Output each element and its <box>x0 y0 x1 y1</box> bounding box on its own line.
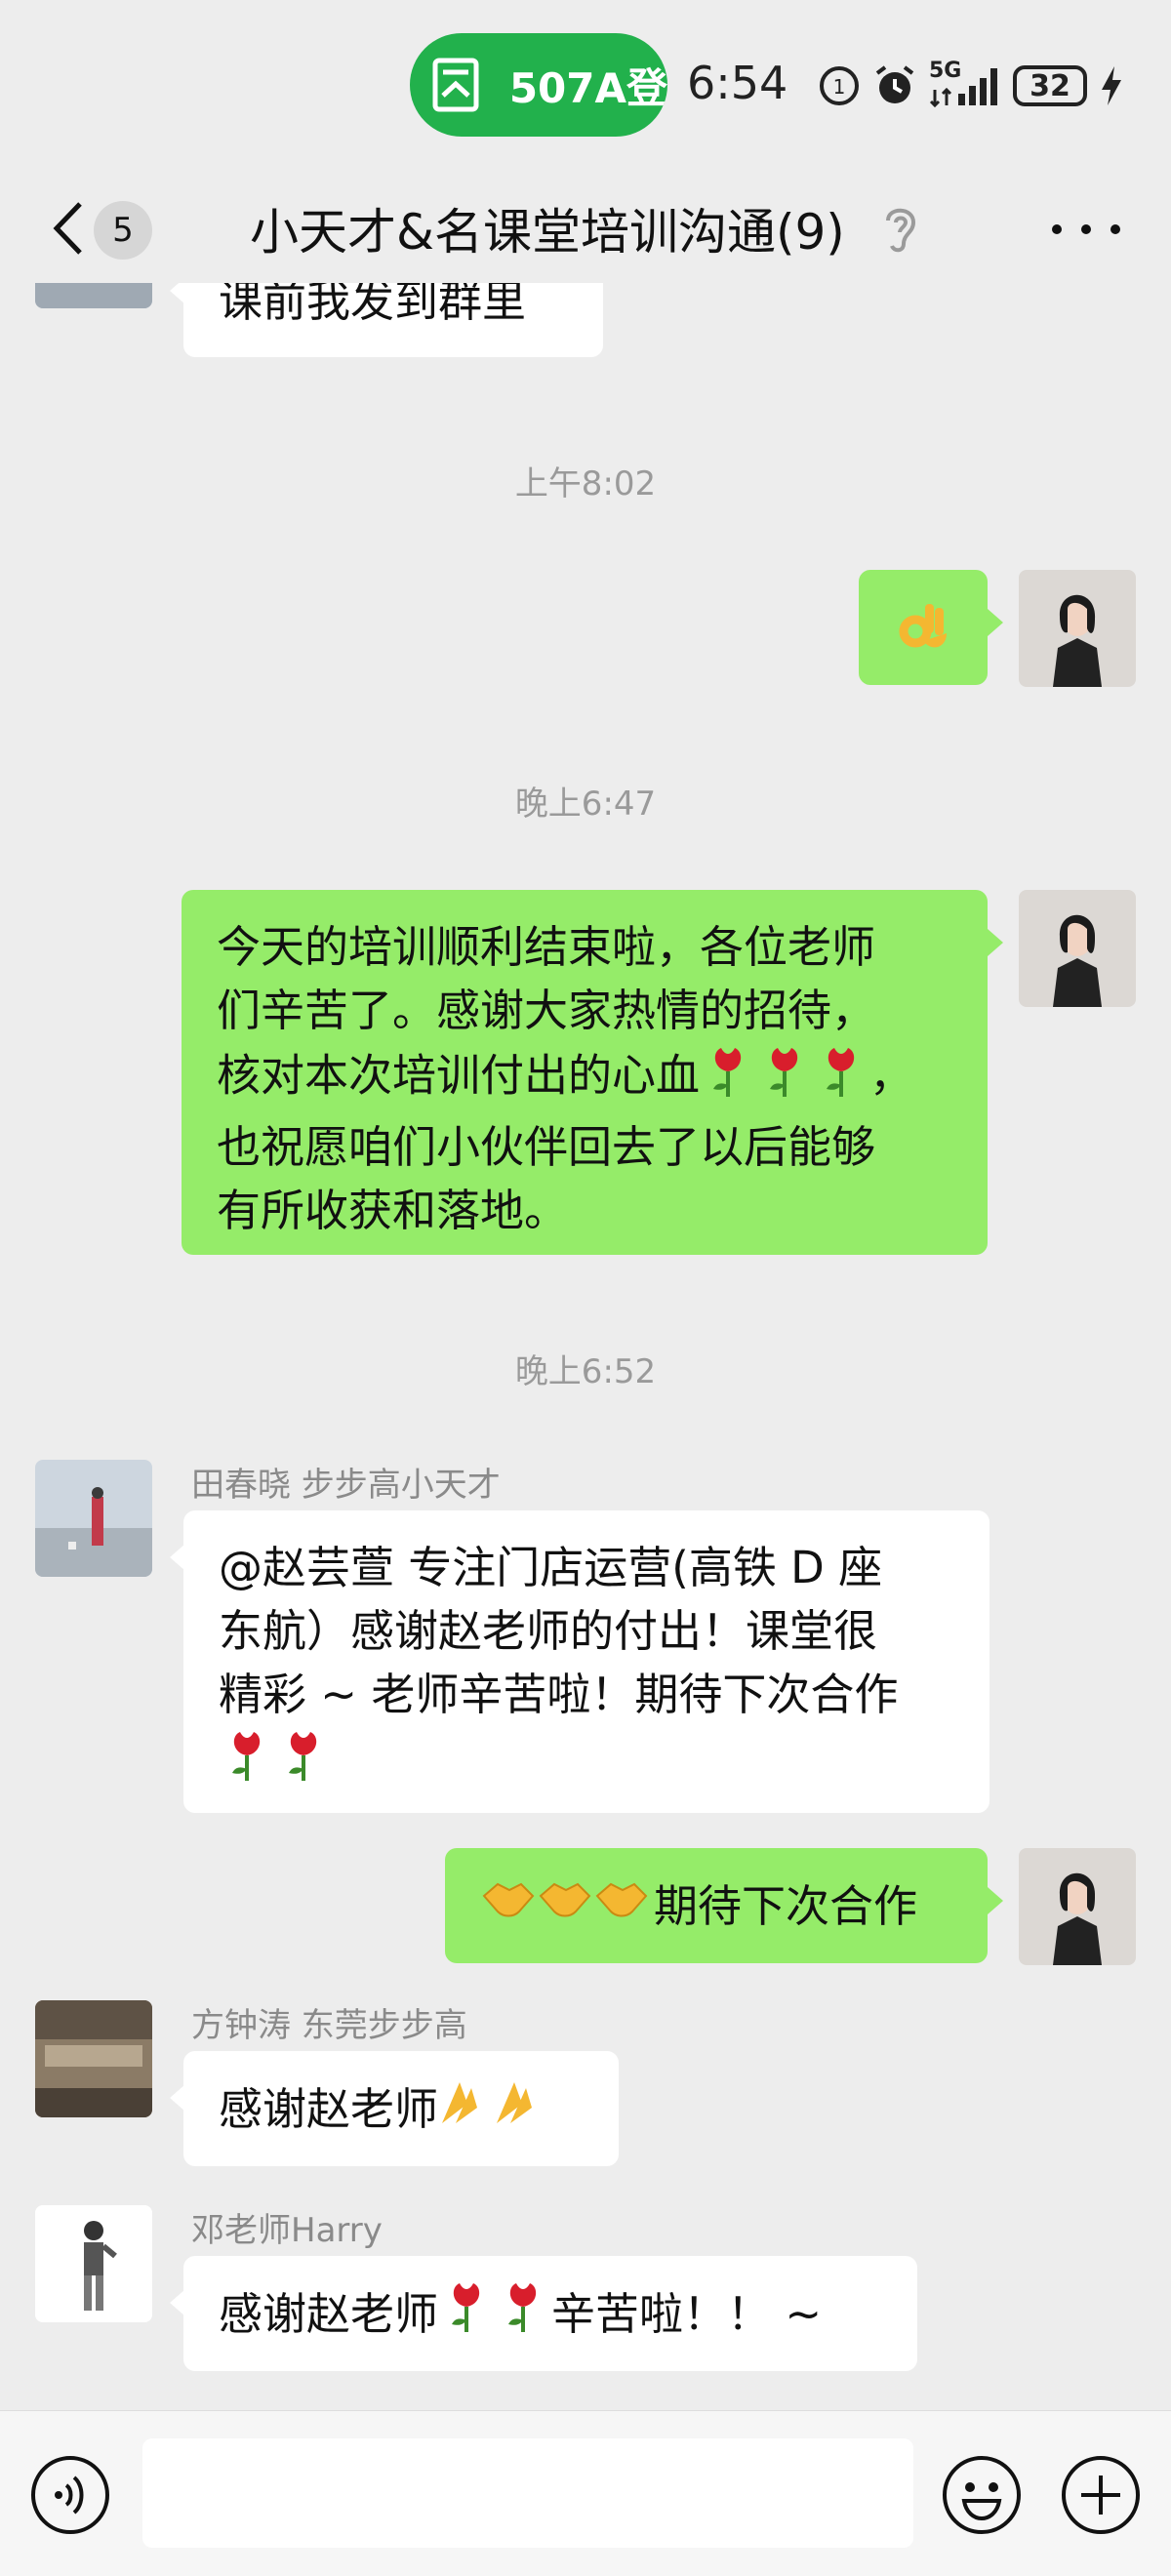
ok-hand-emoji-icon <box>899 604 947 648</box>
bubble-tail <box>988 1887 1003 1914</box>
avatar[interactable] <box>1019 570 1136 687</box>
input-bar <box>0 2410 1171 2576</box>
avatar[interactable] <box>35 283 152 308</box>
clock: 6:54 <box>687 57 788 109</box>
pill-text: 507A登 <box>508 63 667 112</box>
unread-count-badge[interactable]: 5 <box>94 201 152 260</box>
timestamp: 上午8:02 <box>514 464 657 503</box>
alarm-icon <box>875 65 914 103</box>
message-bubble[interactable]: 期待下次合作 <box>445 1848 988 1963</box>
timestamp: 晚上6:47 <box>514 785 657 824</box>
status-bar: 507A登 6:54 1 5G 32 <box>0 0 1171 176</box>
rose-emoji-icon <box>438 2277 495 2351</box>
nav-bar: 5 小天才&名课堂培训沟通(9) <box>0 176 1171 283</box>
system-icons: 1 5G 32 <box>818 57 1124 115</box>
timestamp: 晚上6:52 <box>514 1352 657 1391</box>
back-button[interactable] <box>39 189 98 267</box>
message-list[interactable]: 课前我发到群里 上午8:02 晚上6:47 今天的培训顺利结束啦，各位老师 们辛… <box>0 283 1171 2410</box>
message-bubble[interactable]: 今天的培训顺利结束啦，各位老师 们辛苦了。感谢大家热情的招待， 核对本次培训付出… <box>182 890 988 1255</box>
sender-name: 邓老师Harry <box>191 2211 383 2250</box>
page-title[interactable]: 小天才&名课堂培训沟通(9) <box>250 193 845 263</box>
rose-emoji-icon <box>219 1726 275 1799</box>
ticket-icon <box>427 56 484 114</box>
message-bubble[interactable]: @赵芸萱 专注门店运营(高铁 D 座 东航）感谢赵老师的付出！课堂很 精彩 ~ … <box>183 1510 989 1813</box>
handshake-emoji-icon <box>537 1874 593 1938</box>
folded-hands-emoji-icon <box>493 2074 547 2144</box>
app-status-pill[interactable]: 507A登 <box>410 33 667 137</box>
more-options-button[interactable] <box>1052 205 1120 254</box>
voice-input-icon[interactable] <box>29 2454 111 2536</box>
message-bubble[interactable]: 课前我发到群里 <box>183 283 603 357</box>
dot <box>1081 224 1091 234</box>
message-bubble[interactable]: 感谢赵老师 <box>183 2051 619 2166</box>
sender-name: 方钟涛 东莞步步高 <box>191 2006 467 2045</box>
rose-emoji-icon <box>275 1726 332 1799</box>
message-input[interactable] <box>142 2438 913 2548</box>
chat-screen: 507A登 6:54 1 5G 32 5 小天才&名课堂培训沟通(9) 课前我发… <box>0 0 1171 2576</box>
avatar[interactable] <box>35 2205 152 2322</box>
avatar[interactable] <box>35 2000 152 2117</box>
bubble-tail <box>988 929 1003 956</box>
avatar[interactable] <box>35 1460 152 1577</box>
rose-emoji-icon <box>700 1042 756 1115</box>
sender-name: 田春晓 步步高小天才 <box>191 1466 501 1505</box>
earpiece-mode-icon <box>886 208 916 253</box>
hd-call-icon: 1 <box>820 66 859 105</box>
emoji-icon[interactable] <box>941 2454 1023 2536</box>
handshake-emoji-icon <box>593 1874 650 1938</box>
plus-icon[interactable] <box>1060 2454 1142 2536</box>
svg-text:1: 1 <box>833 75 846 99</box>
rose-emoji-icon <box>813 1042 869 1115</box>
avatar[interactable] <box>1019 890 1136 1007</box>
handshake-emoji-icon <box>480 1874 537 1938</box>
message-bubble[interactable] <box>859 570 988 685</box>
message-bubble[interactable]: 感谢赵老师 辛苦啦！！ ~ <box>183 2256 917 2371</box>
dot <box>1052 224 1062 234</box>
rose-emoji-icon <box>495 2277 551 2351</box>
avatar[interactable] <box>1019 1848 1136 1965</box>
folded-hands-emoji-icon <box>438 2074 493 2144</box>
bubble-tail <box>988 609 1003 636</box>
charging-icon <box>1102 66 1121 105</box>
chevron-left-icon <box>53 202 82 255</box>
rose-emoji-icon <box>756 1042 813 1115</box>
battery-icon: 32 <box>1013 65 1087 106</box>
signal-icon: 5G <box>929 59 1001 107</box>
dot <box>1110 224 1120 234</box>
